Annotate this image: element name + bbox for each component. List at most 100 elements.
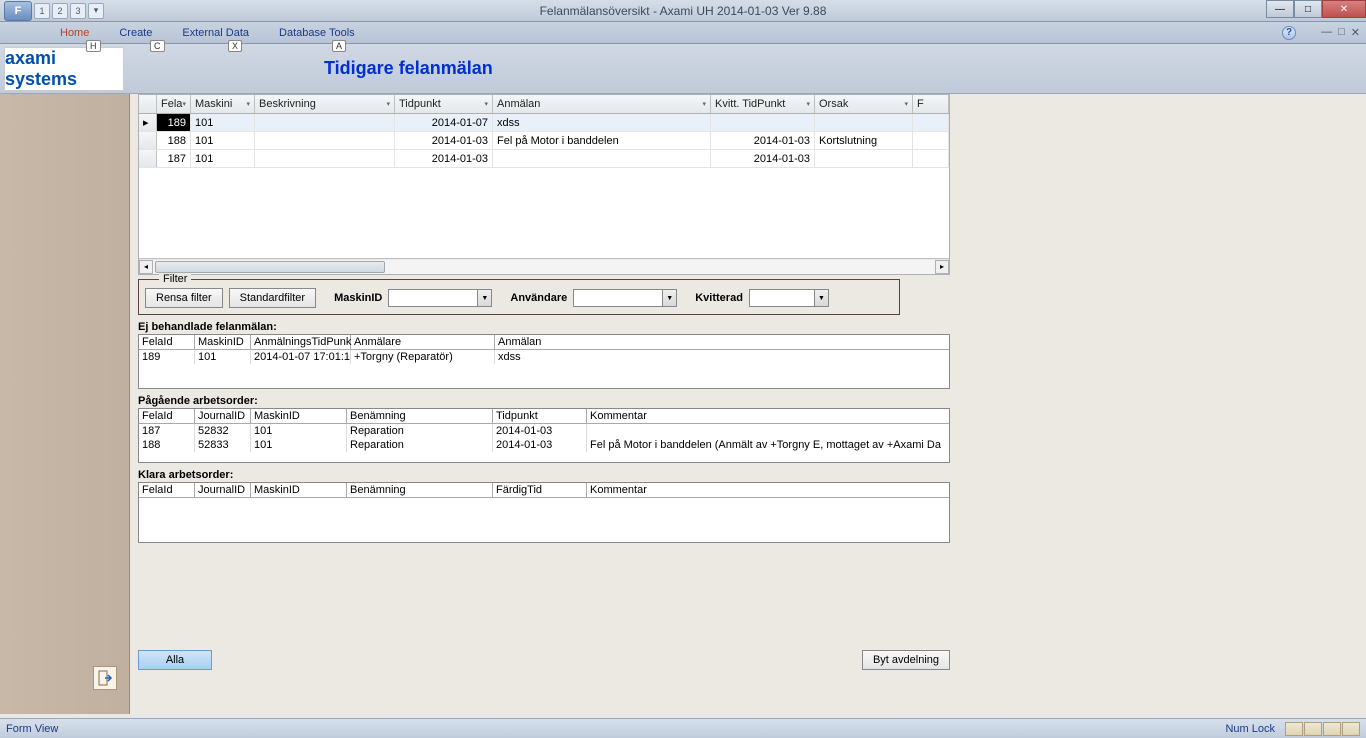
kvitterad-input[interactable] bbox=[750, 290, 814, 306]
col-anmalan[interactable]: Anmälan▾ bbox=[493, 95, 711, 113]
col-kommentar[interactable]: Kommentar bbox=[587, 483, 949, 497]
cell-beskrivning[interactable] bbox=[255, 114, 395, 131]
col-beskrivning[interactable]: Beskrivning▾ bbox=[255, 95, 395, 113]
col-fardigtid[interactable]: FärdigTid bbox=[493, 483, 587, 497]
cell-felid[interactable]: 188 bbox=[157, 132, 191, 149]
tab-home[interactable]: Home bbox=[60, 27, 89, 39]
qat-btn-1[interactable]: 1 bbox=[34, 3, 50, 19]
scroll-left-icon[interactable]: ◂ bbox=[139, 260, 153, 274]
grid-row[interactable]: 187 101 2014-01-03 2014-01-03 bbox=[139, 150, 949, 168]
col-kvitt-tidpunkt[interactable]: Kvitt. TidPunkt▾ bbox=[711, 95, 815, 113]
col-anmalare[interactable]: Anmälare bbox=[351, 335, 495, 349]
col-journalid[interactable]: JournalID bbox=[195, 409, 251, 423]
cell-maskinid[interactable]: 101 bbox=[191, 150, 255, 167]
chevron-down-icon[interactable]: ▼ bbox=[477, 290, 491, 306]
view-layout-icon[interactable] bbox=[1323, 722, 1341, 736]
col-kommentar[interactable]: Kommentar bbox=[587, 409, 949, 423]
grid-row[interactable]: ▸ 189 101 2014-01-07 xdss bbox=[139, 114, 949, 132]
grid-select-all[interactable] bbox=[139, 95, 157, 113]
tab-create[interactable]: Create bbox=[119, 27, 152, 39]
maskinid-input[interactable] bbox=[389, 290, 477, 306]
cell-last[interactable] bbox=[913, 132, 949, 149]
byt-avdelning-button[interactable]: Byt avdelning bbox=[862, 650, 950, 670]
cell-beskrivning[interactable] bbox=[255, 132, 395, 149]
col-orsak[interactable]: Orsak▾ bbox=[815, 95, 913, 113]
col-maskinid[interactable]: MaskinID bbox=[251, 409, 347, 423]
minimize-button[interactable]: — bbox=[1266, 0, 1294, 18]
grid-empty-area[interactable] bbox=[139, 168, 949, 258]
chevron-down-icon[interactable]: ▼ bbox=[814, 290, 828, 306]
cell-kvitt[interactable]: 2014-01-03 bbox=[711, 132, 815, 149]
alla-button[interactable]: Alla bbox=[138, 650, 212, 670]
col-anmalningstidpunkt[interactable]: AnmälningsTidPunk bbox=[251, 335, 351, 349]
cell-tidpunkt[interactable]: 2014-01-03 bbox=[395, 150, 493, 167]
cell-anmalan[interactable] bbox=[493, 150, 711, 167]
tab-database-tools[interactable]: Database Tools bbox=[279, 27, 355, 39]
mdi-restore[interactable]: □ bbox=[1338, 26, 1345, 39]
cell-beskrivning[interactable] bbox=[255, 150, 395, 167]
view-design-icon[interactable] bbox=[1342, 722, 1360, 736]
col-maskinid[interactable]: Maskini▾ bbox=[191, 95, 255, 113]
mdi-minimize[interactable]: — bbox=[1321, 26, 1332, 39]
row-selector[interactable]: ▸ bbox=[139, 114, 157, 131]
chevron-down-icon[interactable]: ▼ bbox=[662, 290, 676, 306]
scroll-track[interactable] bbox=[153, 260, 935, 274]
grid-horizontal-scrollbar[interactable]: ◂ ▸ bbox=[139, 258, 949, 274]
col-felid[interactable]: FelaId bbox=[139, 409, 195, 423]
anvandare-input[interactable] bbox=[574, 290, 662, 306]
rensa-filter-button[interactable]: Rensa filter bbox=[145, 288, 223, 308]
qat-customize[interactable]: ▾ bbox=[88, 3, 104, 19]
close-button[interactable] bbox=[1322, 0, 1366, 18]
help-button[interactable]: ? bbox=[1282, 26, 1296, 40]
col-last[interactable]: F bbox=[913, 95, 949, 113]
view-form-icon[interactable] bbox=[1285, 722, 1303, 736]
scroll-thumb[interactable] bbox=[155, 261, 385, 273]
row-selector[interactable] bbox=[139, 132, 157, 149]
col-felid[interactable]: Fela▾ bbox=[157, 95, 191, 113]
standardfilter-button[interactable]: Standardfilter bbox=[229, 288, 316, 308]
scroll-right-icon[interactable]: ▸ bbox=[935, 260, 949, 274]
col-felid[interactable]: FelaId bbox=[139, 335, 195, 349]
col-anmalan[interactable]: Anmälan bbox=[495, 335, 949, 349]
col-maskinid[interactable]: MaskinID bbox=[195, 335, 251, 349]
col-tidpunkt[interactable]: Tidpunkt▾ bbox=[395, 95, 493, 113]
table-row[interactable]: 188 52833 101 Reparation 2014-01-03 Fel … bbox=[139, 438, 949, 452]
cell-orsak[interactable] bbox=[815, 150, 913, 167]
cell-maskinid[interactable]: 101 bbox=[191, 114, 255, 131]
qat-btn-3[interactable]: 3 bbox=[70, 3, 86, 19]
qat-btn-2[interactable]: 2 bbox=[52, 3, 68, 19]
cell-kvitt[interactable] bbox=[711, 114, 815, 131]
view-datasheet-icon[interactable] bbox=[1304, 722, 1322, 736]
table-row[interactable]: 189 101 2014-01-07 17:01:1 +Torgny (Repa… bbox=[139, 350, 949, 364]
cell-orsak[interactable] bbox=[815, 114, 913, 131]
kvitterad-combo[interactable]: ▼ bbox=[749, 289, 829, 307]
cell-tidpunkt[interactable]: 2014-01-03 bbox=[395, 132, 493, 149]
mdi-close[interactable]: ✕ bbox=[1351, 26, 1360, 39]
cell-felid[interactable]: 187 bbox=[157, 150, 191, 167]
col-benamning[interactable]: Benämning bbox=[347, 409, 493, 423]
grid-row[interactable]: 188 101 2014-01-03 Fel på Motor i bandde… bbox=[139, 132, 949, 150]
maximize-button[interactable]: □ bbox=[1294, 0, 1322, 18]
cell-maskinid[interactable]: 101 bbox=[191, 132, 255, 149]
col-benamning[interactable]: Benämning bbox=[347, 483, 493, 497]
navigation-pane[interactable] bbox=[0, 94, 130, 714]
cell-felid[interactable]: 189 bbox=[157, 114, 191, 131]
cell-kvitt[interactable]: 2014-01-03 bbox=[711, 150, 815, 167]
table-row[interactable]: 187 52832 101 Reparation 2014-01-03 bbox=[139, 424, 949, 438]
col-maskinid[interactable]: MaskinID bbox=[251, 483, 347, 497]
tab-external-data[interactable]: External Data bbox=[182, 27, 249, 39]
cell-last[interactable] bbox=[913, 150, 949, 167]
maskinid-combo[interactable]: ▼ bbox=[388, 289, 492, 307]
office-button[interactable]: F bbox=[4, 1, 32, 21]
cell-tidpunkt[interactable]: 2014-01-07 bbox=[395, 114, 493, 131]
col-journalid[interactable]: JournalID bbox=[195, 483, 251, 497]
exit-icon[interactable] bbox=[93, 666, 117, 690]
cell-last[interactable] bbox=[913, 114, 949, 131]
cell-orsak[interactable]: Kortslutning bbox=[815, 132, 913, 149]
cell-anmalan[interactable]: Fel på Motor i banddelen bbox=[493, 132, 711, 149]
row-selector[interactable] bbox=[139, 150, 157, 167]
anvandare-combo[interactable]: ▼ bbox=[573, 289, 677, 307]
col-tidpunkt[interactable]: Tidpunkt bbox=[493, 409, 587, 423]
col-felid[interactable]: FelaId bbox=[139, 483, 195, 497]
cell-anmalan[interactable]: xdss bbox=[493, 114, 711, 131]
